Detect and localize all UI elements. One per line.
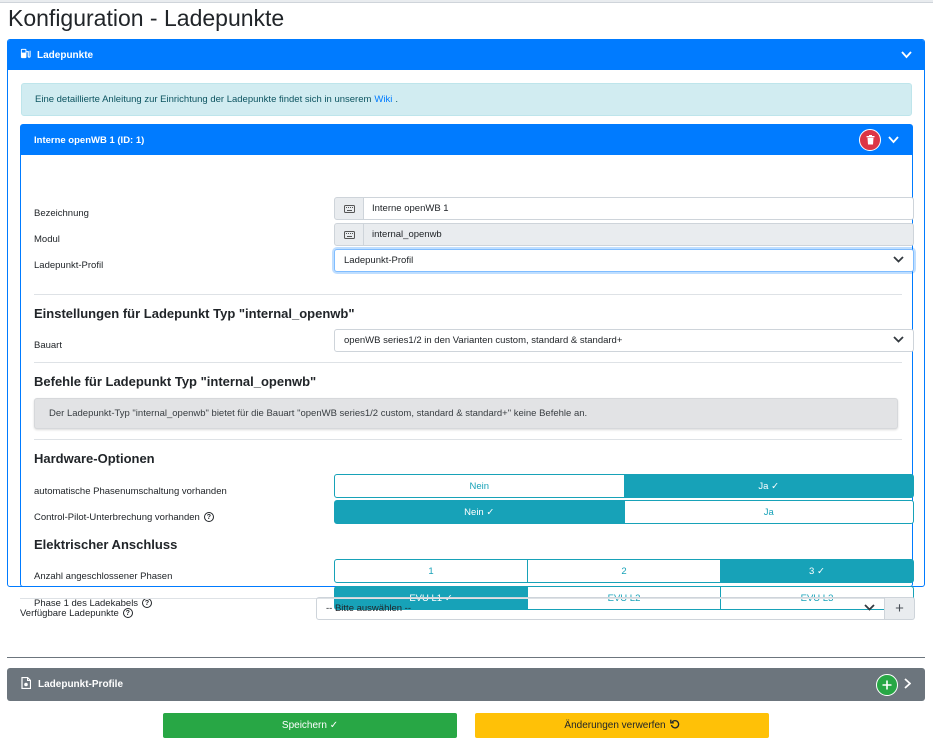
- phasenumschaltung-no-button[interactable]: Nein: [334, 474, 625, 498]
- cp-unterbrechung-label-wrap: Control-Pilot-Unterbrechung vorhanden?: [34, 512, 334, 523]
- wiki-link[interactable]: Wiki: [374, 94, 392, 105]
- keyboard-icon: [334, 223, 364, 246]
- bezeichnung-row: Bezeichnung Interne openWB 1: [34, 197, 914, 220]
- cp-unterbrechung-label: Control-Pilot-Unterbrechung vorhanden: [34, 512, 200, 523]
- info-text: Eine detaillierte Anleitung zur Einricht…: [35, 94, 372, 105]
- chevron-down-icon: [893, 255, 904, 266]
- phasen-row: Anzahl angeschlossener Phasen 1 2 3 ✓: [34, 559, 914, 583]
- discard-button[interactable]: Änderungen verwerfen: [475, 713, 769, 738]
- befehle-heading: Befehle für Ladepunkt Typ "internal_open…: [34, 374, 317, 389]
- divider: [34, 294, 902, 295]
- delete-button[interactable]: [859, 129, 881, 151]
- keyboard-icon: [334, 197, 364, 220]
- phasenumschaltung-row: automatische Phasenumschaltung vorhanden…: [34, 474, 914, 498]
- undo-icon: [669, 719, 680, 732]
- cp-unterbrechung-row: Control-Pilot-Unterbrechung vorhanden? N…: [34, 500, 914, 524]
- document-icon: [21, 676, 32, 692]
- info-suffix: .: [395, 94, 398, 105]
- discard-label: Änderungen verwerfen: [564, 720, 666, 731]
- profil-row: Ladepunkt-Profil Ladepunkt-Profil: [34, 249, 914, 272]
- verfuegbar-label: Verfügbare Ladepunkte: [20, 608, 119, 619]
- divider: [34, 439, 902, 440]
- phasen-toggle: 1 2 3 ✓: [334, 559, 914, 583]
- plus-icon: +: [895, 600, 904, 617]
- profil-value: Ladepunkt-Profil: [344, 255, 414, 266]
- modul-label: Modul: [34, 234, 60, 245]
- verfuegbar-label-wrap: Verfügbare Ladepunkte?: [20, 608, 316, 619]
- befehle-alert: Der Ladepunkt-Typ "internal_openwb" biet…: [34, 398, 898, 429]
- cp-unterbrechung-yes-button[interactable]: Ja: [623, 500, 914, 524]
- chevron-down-icon[interactable]: [887, 134, 899, 146]
- info-alert: Eine detaillierte Anleitung zur Einricht…: [21, 83, 912, 116]
- chargepoint-title: Interne openWB 1 (ID: 1): [34, 134, 145, 146]
- chargepoint-card: Interne openWB 1 (ID: 1) Bezeichnung Int…: [20, 124, 914, 610]
- phasen-option-2[interactable]: 2: [527, 559, 721, 583]
- befehle-text: Der Ladepunkt-Typ "internal_openwb" biet…: [49, 408, 588, 419]
- bezeichnung-label: Bezeichnung: [34, 208, 89, 219]
- phasenumschaltung-toggle: Nein Ja ✓: [334, 474, 914, 498]
- save-button[interactable]: Speichern ✓: [163, 713, 457, 738]
- chargepoint-card-header[interactable]: Interne openWB 1 (ID: 1): [21, 125, 912, 155]
- divider: [34, 362, 902, 363]
- bauart-select[interactable]: openWB series1/2 in den Varianten custom…: [334, 329, 914, 352]
- bauart-value: openWB series1/2 in den Varianten custom…: [344, 335, 623, 346]
- bezeichnung-group: Interne openWB 1: [334, 197, 914, 220]
- bauart-label: Bauart: [34, 340, 62, 351]
- help-icon[interactable]: ?: [203, 512, 214, 523]
- profile-card-title: Ladepunkt-Profile: [38, 679, 124, 690]
- verfuegbar-select[interactable]: -- Bitte auswählen --: [316, 597, 885, 620]
- modul-row: Modul internal_openwb: [34, 223, 914, 246]
- charging-station-icon: [20, 48, 31, 62]
- cp-unterbrechung-no-button[interactable]: Nein ✓: [334, 500, 625, 524]
- trash-icon: [866, 135, 874, 145]
- verfuegbar-placeholder: -- Bitte auswählen --: [326, 603, 412, 614]
- modul-group: internal_openwb: [334, 223, 914, 246]
- chevron-down-icon[interactable]: [900, 49, 912, 61]
- profil-select[interactable]: Ladepunkt-Profil: [334, 249, 914, 272]
- bauart-row: Bauart openWB series1/2 in den Varianten…: [34, 329, 914, 352]
- cp-unterbrechung-toggle: Nein ✓ Ja: [334, 500, 914, 524]
- help-icon[interactable]: ?: [122, 608, 133, 619]
- add-chargepoint-button[interactable]: +: [885, 597, 915, 620]
- save-label: Speichern ✓: [281, 720, 339, 731]
- chevron-down-icon: [893, 335, 904, 346]
- hardware-heading: Hardware-Optionen: [34, 451, 155, 466]
- phasen-option-3[interactable]: 3 ✓: [720, 559, 914, 583]
- page-title: Konfiguration - Ladepunkte: [8, 5, 285, 31]
- verfuegbar-row: Verfügbare Ladepunkte? -- Bitte auswähle…: [20, 597, 915, 620]
- phasenumschaltung-yes-button[interactable]: Ja ✓: [623, 474, 914, 498]
- phasen-label: Anzahl angeschlossener Phasen: [34, 571, 173, 582]
- modul-input: internal_openwb: [364, 223, 914, 246]
- anschluss-heading: Elektrischer Anschluss: [34, 537, 178, 552]
- ladepunkte-card: Ladepunkte Eine detaillierte Anleitung z…: [7, 39, 925, 610]
- profil-label: Ladepunkt-Profil: [34, 260, 104, 271]
- ladepunkte-card-title: Ladepunkte: [37, 49, 94, 61]
- ladepunkte-card-header[interactable]: Ladepunkte: [8, 40, 924, 70]
- add-profile-button[interactable]: [876, 673, 898, 696]
- chevron-right-icon[interactable]: [904, 677, 912, 692]
- profile-card-header[interactable]: Ladepunkt-Profile: [7, 668, 925, 701]
- phasen-option-1[interactable]: 1: [334, 559, 528, 583]
- bezeichnung-input[interactable]: Interne openWB 1: [364, 197, 914, 220]
- plus-icon: [882, 680, 892, 689]
- einstellungen-heading: Einstellungen für Ladepunkt Typ "interna…: [34, 306, 355, 321]
- help-icon[interactable]: ?: [142, 598, 153, 609]
- phasenumschaltung-label: automatische Phasenumschaltung vorhanden: [34, 486, 227, 497]
- chevron-down-icon: [864, 603, 875, 614]
- top-border: [0, 0, 933, 3]
- divider: [7, 657, 925, 658]
